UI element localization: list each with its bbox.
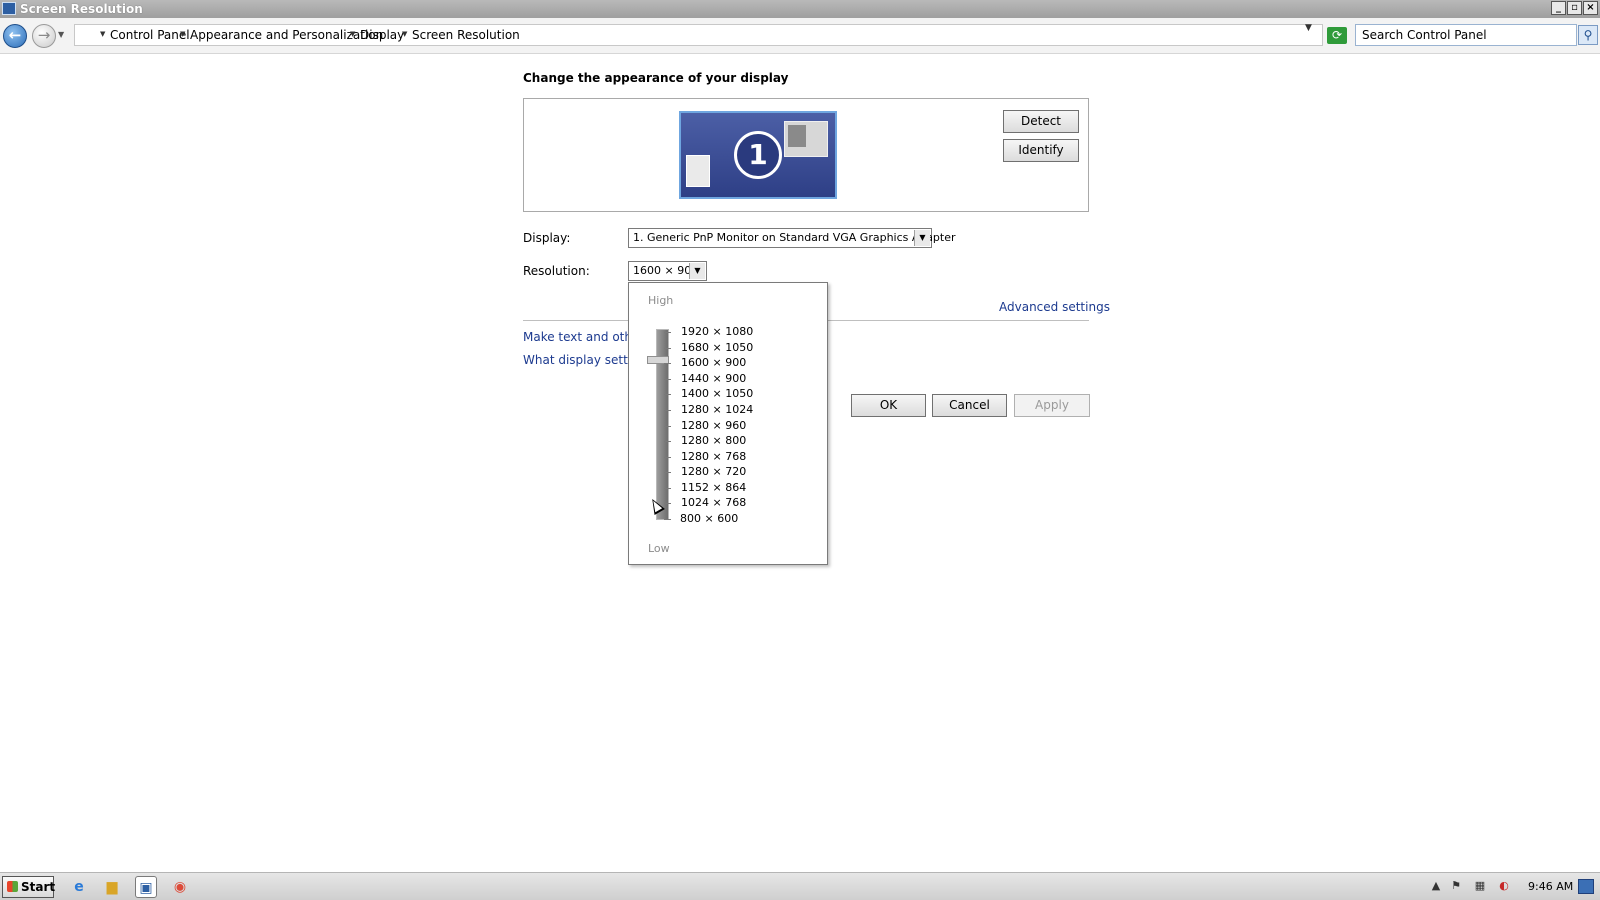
chevron-down-icon[interactable]: ▼	[402, 30, 407, 38]
start-label: Start	[21, 880, 56, 894]
chevron-down-icon[interactable]: ▼	[350, 30, 355, 38]
close-button[interactable]: ×	[1583, 1, 1598, 15]
resolution-option[interactable]: 800 × 600	[680, 512, 738, 525]
show-hidden-icons-icon[interactable]: ▲	[1429, 879, 1443, 893]
search-icon[interactable]: ⚲	[1578, 25, 1598, 45]
refresh-icon[interactable]: ⟳	[1327, 27, 1347, 44]
network-icon[interactable]: ▦	[1473, 879, 1487, 893]
chrome-icon[interactable]: ◉	[169, 876, 191, 898]
page-title: Change the appearance of your display	[523, 71, 789, 85]
minimize-button[interactable]: _	[1551, 1, 1566, 15]
apply-button[interactable]: Apply	[1014, 394, 1090, 417]
resolution-option[interactable]: 1400 × 1050	[681, 387, 753, 400]
resolution-option[interactable]: 1152 × 864	[681, 481, 746, 494]
slider-low-label: Low	[648, 542, 670, 555]
resolution-option[interactable]: 1024 × 768	[681, 496, 746, 509]
monitor-1[interactable]: 1	[679, 111, 837, 199]
breadcrumb-display[interactable]: Display	[360, 28, 404, 42]
breadcrumb-control-panel[interactable]: Control Panel	[110, 28, 190, 42]
slider-high-label: High	[648, 294, 674, 307]
identify-button[interactable]: Identify	[1003, 139, 1079, 162]
detect-button[interactable]: Detect	[1003, 110, 1079, 133]
taskbar: Start e ▆ ▣ ◉ ▲ ⚑ ▦ ◐ 9:46 AM	[0, 872, 1600, 900]
chevron-down-icon[interactable]: ▼	[689, 263, 705, 279]
taskbar-clock[interactable]: 9:46 AM	[1528, 880, 1573, 893]
display-select-value: 1. Generic PnP Monitor on Standard VGA G…	[633, 231, 956, 244]
resolution-option[interactable]: 1440 × 900	[681, 372, 746, 385]
resolution-option[interactable]: 1680 × 1050	[681, 341, 753, 354]
recent-pages-dropdown-icon[interactable]: ▼	[58, 30, 64, 39]
chevron-down-icon[interactable]: ▼	[914, 230, 930, 246]
cancel-button[interactable]: Cancel	[932, 394, 1007, 417]
title-bar: Screen Resolution _ ▫ ×	[0, 0, 1600, 18]
ok-button[interactable]: OK	[851, 394, 926, 417]
monitor-arrangement-panel: 1 Detect Identify	[523, 98, 1089, 212]
resolution-label: Resolution:	[523, 264, 590, 278]
window-title: Screen Resolution	[20, 2, 143, 16]
advanced-settings-link[interactable]: Advanced settings	[999, 300, 1110, 314]
resolution-option[interactable]: 1600 × 900	[681, 356, 746, 369]
resolution-option[interactable]: 1280 × 800	[681, 434, 746, 447]
breadcrumb-screen-resolution[interactable]: Screen Resolution	[412, 28, 520, 42]
resolution-dropdown: High 1920 × 1080 1680 × 1050 1600 × 900 …	[628, 282, 828, 565]
volume-muted-icon[interactable]: ◐	[1497, 879, 1511, 893]
resolution-select[interactable]: 1600 × 900 ▼	[628, 261, 707, 281]
internet-explorer-icon[interactable]: e	[68, 876, 90, 898]
screen-resolution-app-icon	[2, 2, 16, 15]
back-button[interactable]: ←	[3, 24, 27, 48]
resolution-option[interactable]: 1280 × 720	[681, 465, 746, 478]
control-panel-icon[interactable]: ▣	[135, 876, 157, 898]
maximize-button[interactable]: ▫	[1567, 1, 1582, 15]
display-label: Display:	[523, 231, 571, 245]
windows-logo-icon	[7, 881, 18, 892]
document-thumbnail-icon	[686, 155, 710, 187]
forward-button[interactable]: →	[32, 24, 56, 48]
resolution-option[interactable]: 1280 × 1024	[681, 403, 753, 416]
navigation-bar: ← → ▼ ▼ Control Panel ▼ Appearance and P…	[0, 18, 1600, 54]
display-select[interactable]: 1. Generic PnP Monitor on Standard VGA G…	[628, 228, 956, 248]
chevron-down-icon[interactable]: ▼	[100, 30, 105, 38]
resolution-option[interactable]: 1280 × 960	[681, 419, 746, 432]
window-thumbnail-icon	[784, 121, 828, 157]
search-input[interactable]: Search Control Panel	[1355, 24, 1577, 46]
start-button[interactable]: Start	[2, 876, 56, 898]
resolution-option[interactable]: 1920 × 1080	[681, 325, 753, 338]
resolution-option[interactable]: 1280 × 768	[681, 450, 746, 463]
show-desktop-icon[interactable]	[1578, 879, 1594, 894]
folder-icon[interactable]: ▆	[101, 876, 123, 898]
monitor-number-badge: 1	[734, 131, 782, 179]
chevron-down-icon[interactable]: ▼	[180, 30, 185, 38]
address-dropdown-icon[interactable]: ▼	[1305, 23, 1312, 33]
breadcrumb[interactable]: ▼ Control Panel ▼ Appearance and Persona…	[74, 24, 1323, 46]
action-center-flag-icon[interactable]: ⚑	[1449, 879, 1463, 893]
